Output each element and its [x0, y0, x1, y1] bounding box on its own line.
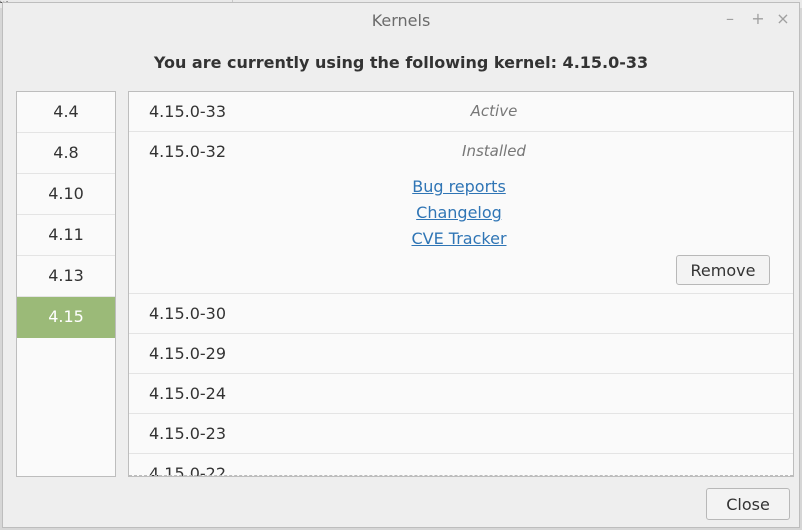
series-item-4-15[interactable]: 4.15: [17, 297, 115, 338]
changelog-link[interactable]: Changelog: [409, 200, 509, 226]
bug-reports-link[interactable]: Bug reports: [409, 174, 509, 200]
kernel-links: Bug reports Changelog CVE Tracker: [409, 174, 509, 252]
title-bar[interactable]: Kernels – + ×: [3, 3, 799, 37]
minimize-icon[interactable]: –: [721, 9, 739, 28]
kernel-row[interactable]: 4.15.0-33 Active: [129, 92, 793, 132]
series-item-4-10[interactable]: 4.10: [17, 174, 115, 215]
series-item-4-8[interactable]: 4.8: [17, 133, 115, 174]
kernel-version: 4.15.0-29: [149, 344, 227, 363]
kernel-row[interactable]: 4.15.0-24: [129, 374, 793, 414]
kernel-row-expanded[interactable]: 4.15.0-32 Installed Bug reports Changelo…: [129, 132, 793, 294]
window-title: Kernels: [371, 11, 431, 30]
kernel-row[interactable]: 4.15.0-29: [129, 334, 793, 374]
close-icon[interactable]: ×: [774, 9, 792, 28]
kernel-row[interactable]: 4.15.0-30: [129, 294, 793, 334]
kernel-version: 4.15.0-30: [149, 304, 227, 323]
kernel-series-list: 4.4 4.8 4.10 4.11 4.13 4.15: [16, 91, 116, 477]
series-item-4-11[interactable]: 4.11: [17, 215, 115, 256]
kernel-list: 4.15.0-33 Active 4.15.0-32 Installed Bug…: [128, 91, 794, 477]
kernels-window: Kernels – + × You are currently using th…: [2, 2, 800, 528]
series-item-4-4[interactable]: 4.4: [17, 92, 115, 133]
kernel-row[interactable]: 4.15.0-22: [129, 454, 793, 476]
kernel-status: Active: [470, 102, 518, 120]
kernel-status: Installed: [462, 142, 526, 160]
close-button[interactable]: Close: [706, 488, 790, 520]
kernel-version: 4.15.0-23: [149, 424, 227, 443]
kernel-version: 4.15.0-33: [149, 102, 227, 121]
current-kernel-heading: You are currently using the following ke…: [153, 53, 649, 72]
maximize-icon[interactable]: +: [749, 9, 767, 28]
kernel-row[interactable]: 4.15.0-23: [129, 414, 793, 454]
scroll-edge-indicator: [129, 475, 793, 476]
series-item-4-13[interactable]: 4.13: [17, 256, 115, 297]
remove-button[interactable]: Remove: [676, 255, 770, 285]
kernel-version: 4.15.0-24: [149, 384, 227, 403]
cve-tracker-link[interactable]: CVE Tracker: [409, 226, 509, 252]
kernel-version: 4.15.0-32: [149, 142, 227, 161]
